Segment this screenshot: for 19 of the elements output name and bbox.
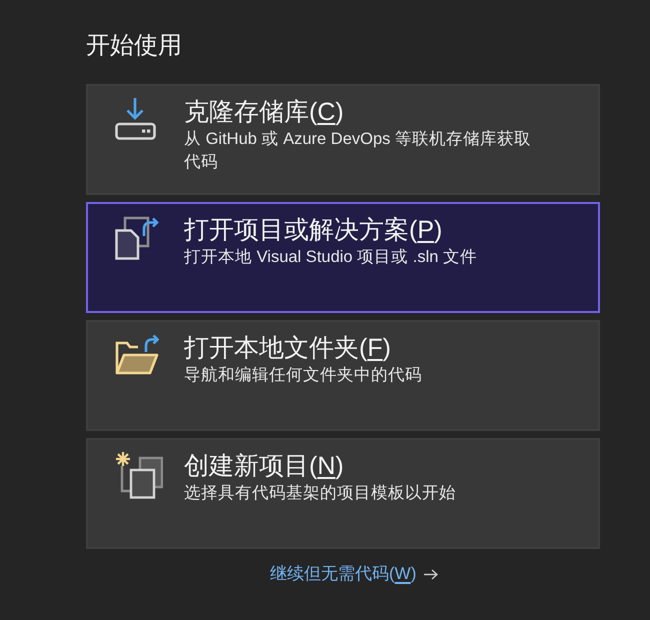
download-drive-icon bbox=[115, 97, 156, 140]
action-card[interactable]: 打开本地文件夹(F) 导航和编辑任何文件夹中的代码 bbox=[86, 320, 600, 431]
page-heading: 开始使用 bbox=[86, 31, 182, 61]
sparkle-documents-icon bbox=[115, 451, 163, 499]
card-description: 打开本地 Visual Studio 项目或 .sln 文件 bbox=[184, 247, 478, 268]
card-title: 打开项目或解决方案(P) bbox=[184, 215, 444, 246]
card-title: 克隆存储库(C) bbox=[184, 97, 345, 128]
card-title: 创建新项目(N) bbox=[184, 451, 345, 482]
card-description: 导航和编辑任何文件夹中的代码 bbox=[184, 365, 423, 386]
arrow-right-icon bbox=[424, 568, 438, 580]
action-card[interactable]: 克隆存储库(C) 从 GitHub 或 Azure DevOps 等联机存储库获取代码 bbox=[86, 84, 600, 195]
folder-arrow-icon bbox=[115, 333, 159, 375]
action-card[interactable]: 打开项目或解决方案(P) 打开本地 Visual Studio 项目或 .sln 文件 bbox=[86, 202, 600, 313]
card-description: 选择具有代码基架的项目模板以开始 bbox=[184, 483, 457, 504]
continue-without-code-link[interactable]: 继续但无需代码(W) bbox=[270, 563, 438, 585]
card-title: 打开本地文件夹(F) bbox=[184, 333, 392, 364]
card-description: 从 GitHub 或 Azure DevOps 等联机存储库获取代码 bbox=[184, 129, 532, 173]
action-card[interactable]: 创建新项目(N) 选择具有代码基架的项目模板以开始 bbox=[86, 438, 600, 549]
documents-arrow-icon bbox=[115, 215, 160, 260]
